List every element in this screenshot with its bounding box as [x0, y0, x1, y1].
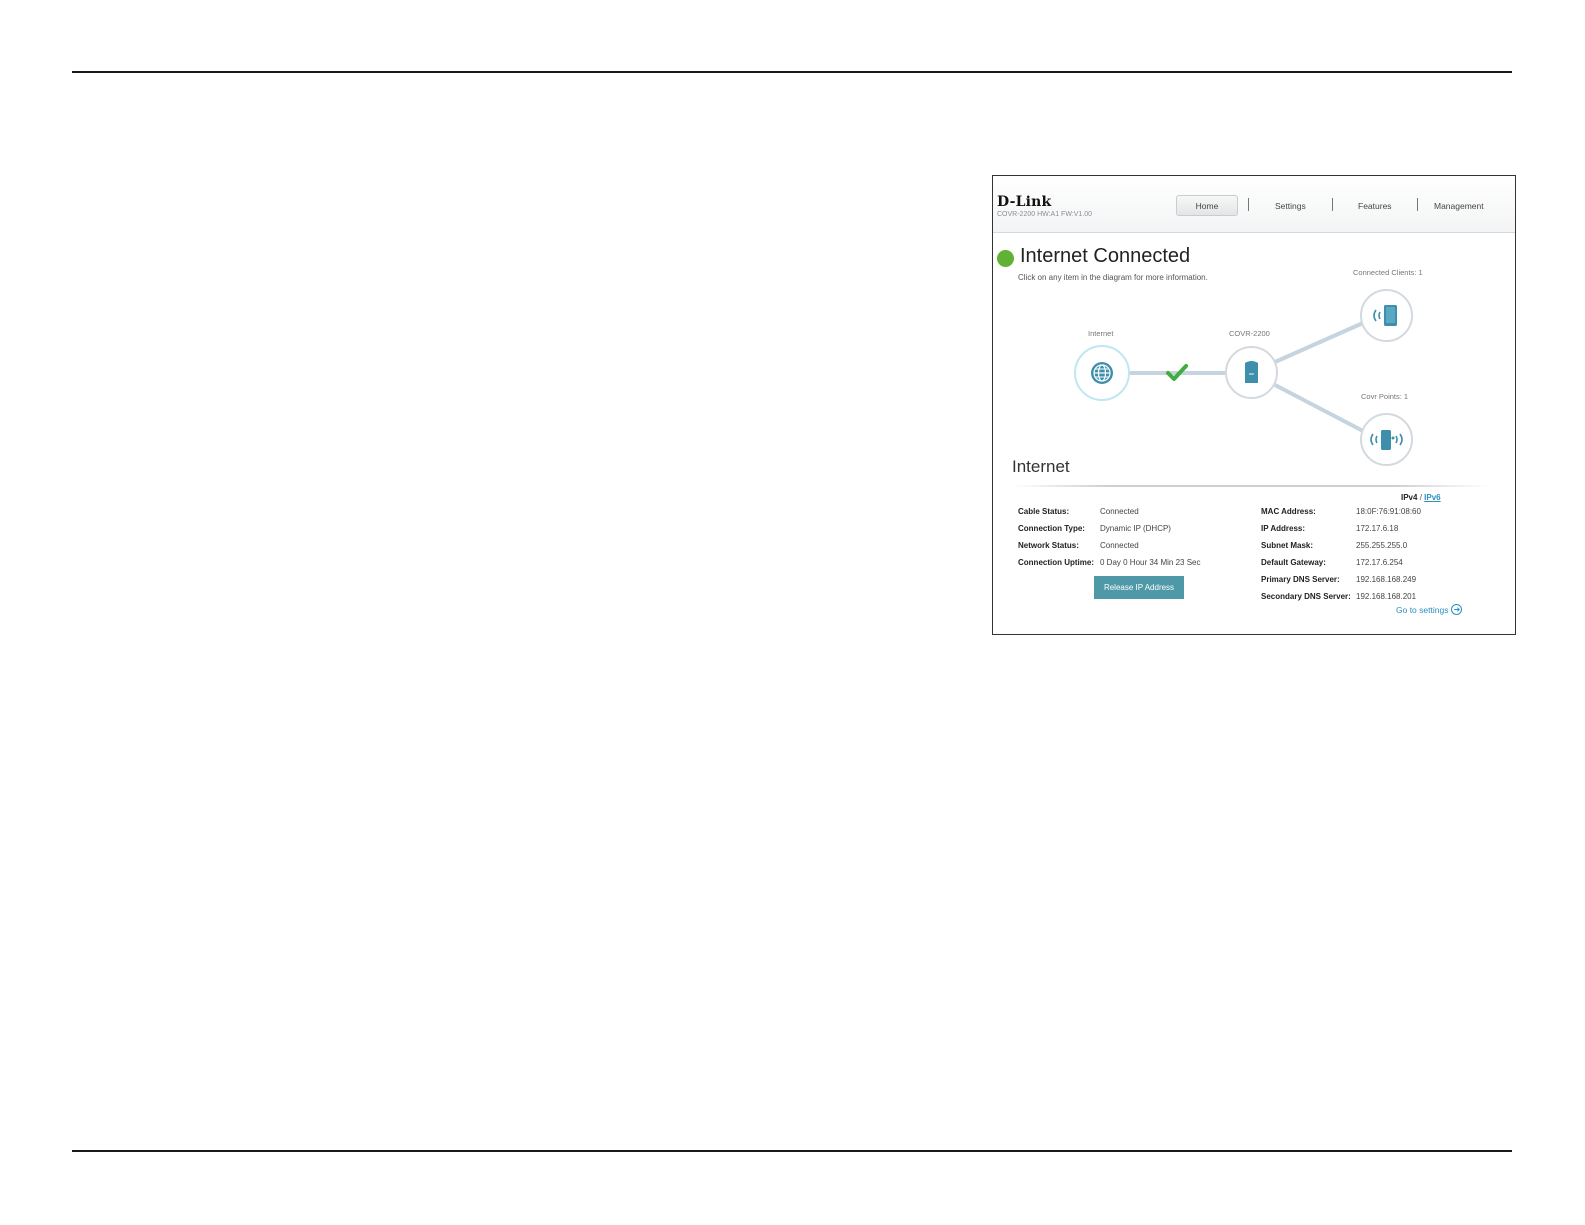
- connected-clients-node[interactable]: [1360, 289, 1413, 342]
- covr-clients-link: [1274, 321, 1364, 364]
- points-node-label: Covr Points: 1: [1361, 392, 1409, 401]
- go-to-settings-label: Go to settings: [1396, 604, 1449, 615]
- globe-icon: [1091, 362, 1113, 384]
- ipv4-tab[interactable]: IPv4: [1401, 493, 1417, 502]
- release-ip-button[interactable]: Release IP Address: [1094, 576, 1184, 599]
- bottom-divider-rule: [72, 1150, 1512, 1152]
- router-device-icon: [1245, 361, 1258, 383]
- covr-points-node[interactable]: [1360, 413, 1413, 466]
- detail-value: Connected: [1100, 541, 1139, 550]
- section-divider: [1012, 485, 1488, 487]
- ipv6-link[interactable]: IPv6: [1424, 493, 1440, 502]
- detail-key: IP Address:: [1261, 524, 1306, 533]
- detail-value: 0 Day 0 Hour 34 Min 23 Sec: [1100, 558, 1201, 567]
- detail-key: Secondary DNS Server:: [1261, 592, 1351, 601]
- router-ui-screenshot: D-Link COVR-2200 HW:A1 FW:V1.00 Home Set…: [992, 175, 1516, 635]
- internet-node[interactable]: [1074, 345, 1130, 401]
- ip-version-toggle: IPv4 / IPv6: [1401, 493, 1441, 502]
- detail-value: 172.17.6.18: [1356, 524, 1399, 533]
- detail-key: Subnet Mask:: [1261, 541, 1314, 550]
- detail-value: 172.17.6.254: [1356, 558, 1403, 567]
- covr-node-label: COVR-2200: [1229, 329, 1270, 338]
- detail-key: Connection Type:: [1018, 524, 1085, 533]
- detail-value: 18:0F:76:91:08:60: [1356, 507, 1421, 516]
- clients-node-label: Connected Clients: 1: [1353, 268, 1423, 277]
- detail-value: Connected: [1100, 507, 1139, 516]
- ip-version-separator: /: [1419, 493, 1422, 502]
- detail-value: 192.168.168.249: [1356, 575, 1417, 584]
- internet-section-title: Internet: [1012, 457, 1070, 476]
- go-to-settings-link[interactable]: Go to settings ➜: [1396, 604, 1463, 615]
- detail-value: 255.255.255.0: [1356, 541, 1408, 550]
- wireless-client-icon: [1373, 305, 1397, 326]
- detail-key: Default Gateway:: [1261, 558, 1326, 567]
- detail-value: 192.168.168.201: [1356, 592, 1417, 601]
- detail-key: Primary DNS Server:: [1261, 575, 1340, 584]
- covr-point-icon: [1370, 430, 1403, 450]
- arrow-right-circle-icon: ➜: [1451, 604, 1463, 615]
- internet-node-label: Internet: [1088, 329, 1114, 338]
- covr-router-node[interactable]: [1225, 346, 1278, 399]
- detail-key: Network Status:: [1018, 541, 1079, 550]
- detail-value: Dynamic IP (DHCP): [1100, 524, 1171, 533]
- detail-key: Cable Status:: [1018, 507, 1070, 516]
- detail-key: MAC Address:: [1261, 507, 1316, 516]
- detail-key: Connection Uptime:: [1018, 558, 1094, 567]
- top-divider-rule: [72, 71, 1512, 73]
- covr-points-link: [1274, 383, 1364, 433]
